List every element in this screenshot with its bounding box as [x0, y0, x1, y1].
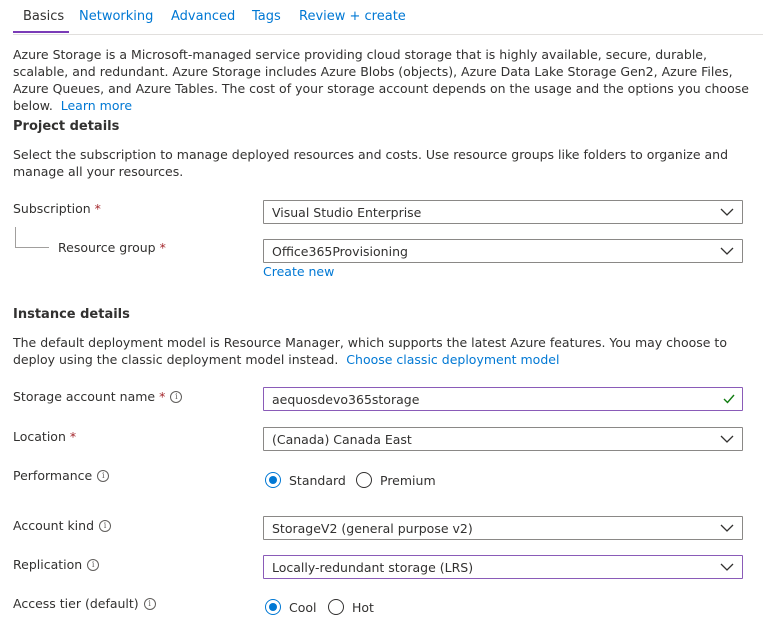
performance-standard-label: Standard	[289, 472, 346, 488]
chevron-down-icon	[720, 563, 734, 571]
radio-selected-icon	[265, 472, 281, 488]
storage-account-name-input[interactable]: aequosdevo365storage	[263, 387, 743, 411]
storage-account-name-label: Storage account name * i	[13, 389, 183, 404]
subscription-dropdown[interactable]: Visual Studio Enterprise	[263, 200, 743, 224]
info-icon[interactable]: i	[143, 597, 156, 610]
tab-review-create[interactable]: Review + create	[299, 9, 406, 24]
storage-account-name-label-text: Storage account name	[13, 389, 156, 404]
info-icon[interactable]: i	[87, 558, 100, 571]
chevron-down-icon	[720, 247, 734, 255]
performance-standard-radio[interactable]: Standard	[265, 472, 346, 488]
performance-premium-label: Premium	[380, 472, 436, 488]
tab-tags[interactable]: Tags	[252, 9, 281, 24]
access-tier-label-text: Access tier (default)	[13, 596, 139, 611]
required-marker: *	[69, 429, 77, 444]
performance-label-text: Performance	[13, 468, 93, 483]
location-dropdown[interactable]: (Canada) Canada East	[263, 427, 743, 451]
resource-group-dropdown[interactable]: Office365Provisioning	[263, 239, 743, 263]
subscription-label-text: Subscription	[13, 201, 91, 216]
required-marker: *	[159, 240, 166, 255]
replication-label-text: Replication	[13, 557, 83, 572]
tab-advanced[interactable]: Advanced	[171, 9, 235, 24]
chevron-down-icon	[720, 435, 734, 443]
access-tier-hot-radio[interactable]: Hot	[328, 599, 374, 615]
radio-unselected-icon	[328, 599, 344, 615]
storage-account-name-value: aequosdevo365storage	[272, 392, 420, 407]
account-kind-label: Account kind i	[13, 518, 112, 533]
location-label: Location *	[13, 429, 76, 444]
radio-unselected-icon	[356, 472, 372, 488]
tab-bar: Basics Networking Advanced Tags Review +…	[13, 0, 763, 35]
resource-group-label-text: Resource group	[58, 240, 156, 255]
chevron-down-icon	[720, 524, 734, 532]
create-new-link[interactable]: Create new	[263, 264, 334, 279]
tree-connector-branch	[15, 247, 49, 248]
required-marker: *	[159, 389, 166, 404]
radio-selected-icon	[265, 599, 281, 615]
classic-deployment-link[interactable]: Choose classic deployment model	[346, 352, 559, 367]
instance-details-heading: Instance details	[13, 307, 130, 322]
info-icon[interactable]: i	[99, 519, 112, 532]
checkmark-icon	[723, 394, 735, 404]
subscription-value: Visual Studio Enterprise	[272, 205, 422, 220]
info-icon[interactable]: i	[97, 469, 110, 482]
access-tier-hot-label: Hot	[352, 599, 374, 615]
access-tier-label: Access tier (default) i	[13, 596, 156, 611]
replication-dropdown[interactable]: Locally-redundant storage (LRS)	[263, 555, 743, 579]
performance-premium-radio[interactable]: Premium	[356, 472, 436, 488]
tab-networking[interactable]: Networking	[79, 9, 153, 24]
project-details-heading: Project details	[13, 119, 120, 134]
access-tier-cool-radio[interactable]: Cool	[265, 599, 317, 615]
active-tab-indicator	[13, 31, 69, 33]
replication-value: Locally-redundant storage (LRS)	[272, 560, 474, 575]
chevron-down-icon	[720, 208, 734, 216]
account-kind-label-text: Account kind	[13, 518, 95, 533]
tab-basics[interactable]: Basics	[23, 9, 64, 24]
location-label-text: Location	[13, 429, 66, 444]
account-kind-value: StorageV2 (general purpose v2)	[272, 521, 473, 536]
access-tier-cool-label: Cool	[289, 599, 317, 615]
info-icon[interactable]: i	[170, 390, 183, 403]
resource-group-label: Resource group *	[58, 240, 166, 255]
performance-label: Performance i	[13, 468, 110, 483]
required-marker: *	[94, 201, 101, 216]
intro-description: Azure Storage is a Microsoft-managed ser…	[13, 46, 753, 114]
account-kind-dropdown[interactable]: StorageV2 (general purpose v2)	[263, 516, 743, 540]
learn-more-link[interactable]: Learn more	[61, 98, 132, 113]
replication-label: Replication i	[13, 557, 100, 572]
tree-connector	[15, 227, 16, 247]
subscription-label: Subscription *	[13, 201, 101, 216]
instance-details-description: The default deployment model is Resource…	[13, 334, 753, 368]
project-details-description: Select the subscription to manage deploy…	[13, 147, 729, 179]
location-value: (Canada) Canada East	[272, 432, 412, 447]
resource-group-value: Office365Provisioning	[272, 244, 408, 259]
